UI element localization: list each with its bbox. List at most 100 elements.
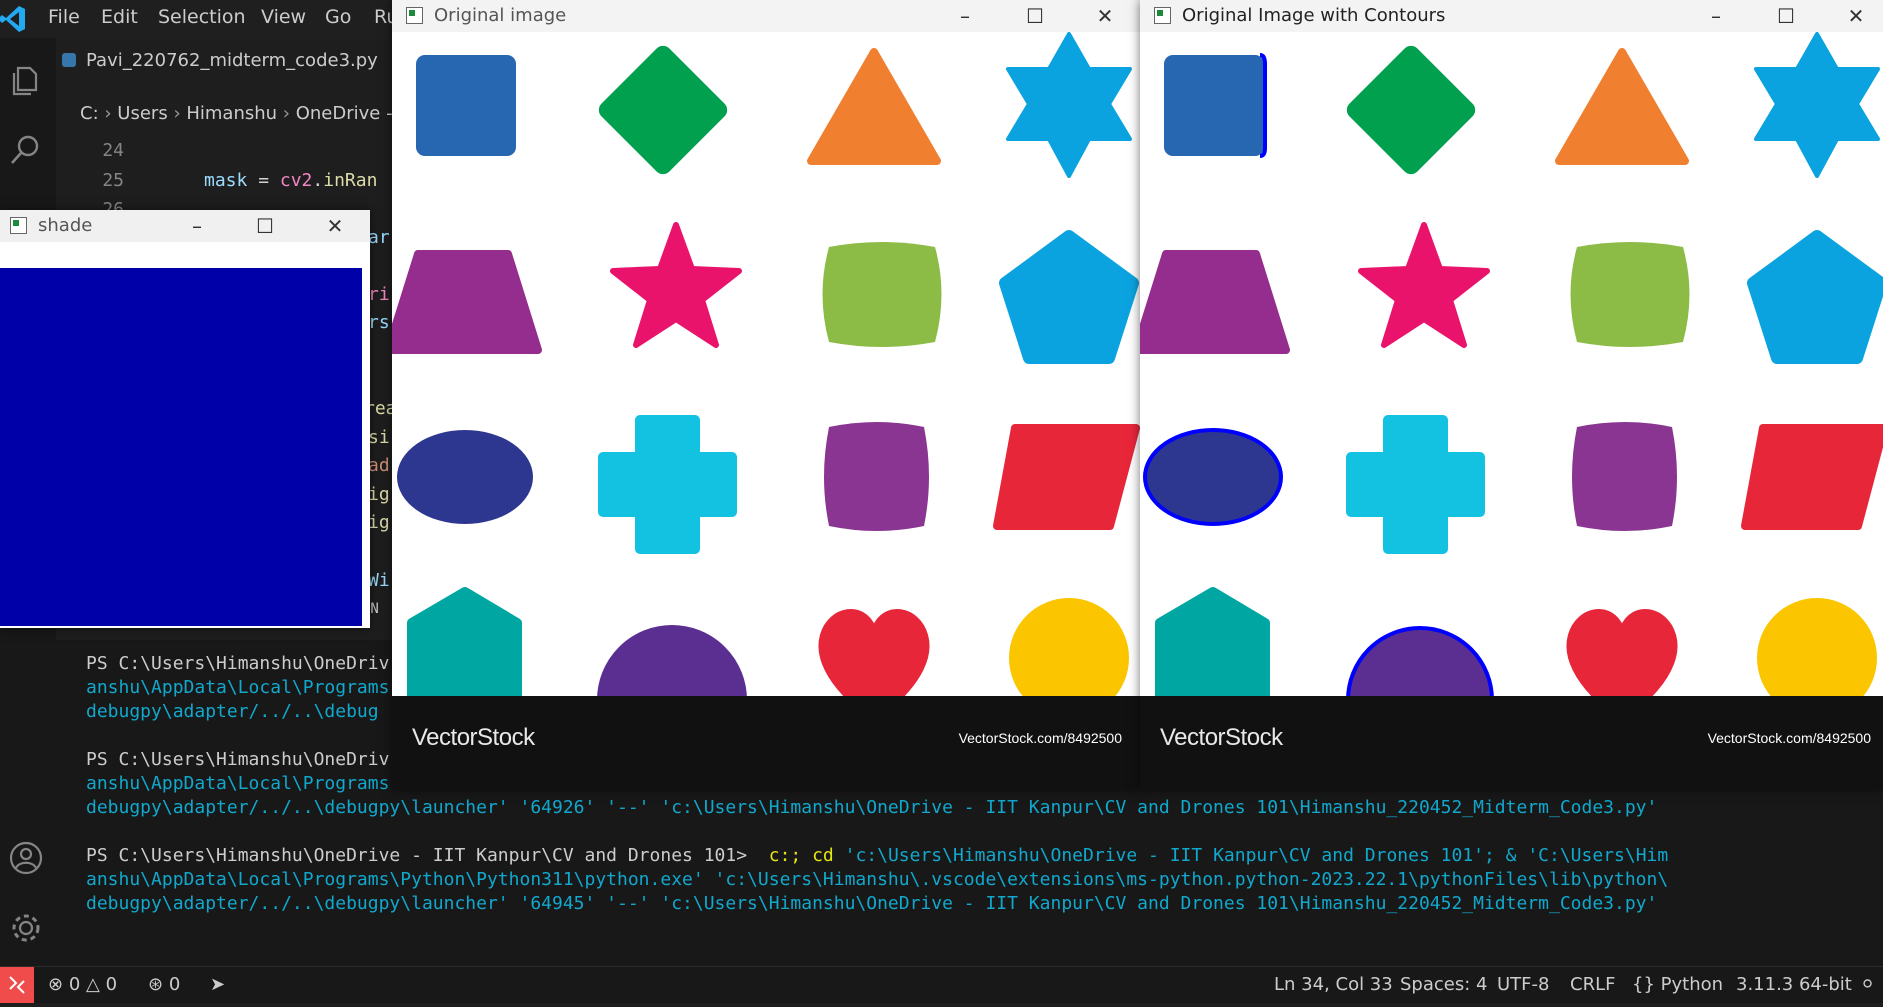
code-fragment: si	[368, 427, 390, 448]
error-icon: ⊗	[48, 974, 64, 995]
shape-ellipse	[1143, 428, 1283, 526]
line-ending[interactable]: CRLF	[1570, 974, 1615, 995]
terminal-line: anshu\AppData\Local\Programs\Python\Pyth…	[86, 869, 1669, 890]
code-fragment: ad	[368, 455, 390, 476]
close-icon[interactable]: ✕	[1843, 3, 1869, 29]
shape-cross	[1346, 415, 1485, 554]
terminal-line: anshu\AppData\Local\Programs	[86, 773, 390, 794]
shape-trapezoid	[392, 250, 542, 354]
editor-tab[interactable]: Pavi_220762_midterm_code3.py	[62, 50, 378, 71]
shape-square	[416, 55, 516, 156]
python-interpreter[interactable]: 3.11.3 64-bit	[1736, 974, 1852, 995]
remote-indicator[interactable]	[0, 967, 34, 1003]
maximize-icon[interactable]: ☐	[1773, 3, 1799, 29]
terminal-line: PS C:\Users\Himanshu\OneDriv	[86, 749, 390, 770]
terminal-line: anshu\AppData\Local\Programs	[86, 677, 390, 698]
code-token: .	[312, 170, 324, 191]
minimize-icon[interactable]: –	[1703, 3, 1729, 29]
problems-indicator[interactable]: ⊗ 0 △ 0	[48, 974, 117, 995]
shape-pentagon	[999, 230, 1139, 364]
contours-window: Original Image with Contours – ☐ ✕ Vecto…	[1140, 0, 1883, 790]
shape-parallelogram	[993, 424, 1140, 530]
menu-edit[interactable]: Edit	[101, 6, 138, 28]
indentation[interactable]: Spaces: 4	[1400, 974, 1487, 995]
menu-go[interactable]: Go	[325, 6, 351, 28]
breadcrumb: C: › Users › Himanshu › OneDrive -	[80, 103, 393, 124]
search-icon[interactable]	[8, 132, 44, 168]
minimize-icon[interactable]: –	[184, 213, 210, 239]
original-titlebar[interactable]: Original image – ☐ ✕	[392, 0, 1140, 32]
watermark-band: VectorStock VectorStock.com/8492500	[1140, 696, 1883, 790]
terminal-line: PS C:\Users\Himanshu\OneDrive - IIT Kanp…	[86, 845, 1669, 866]
shape-cross	[598, 415, 737, 554]
breadcrumb-item[interactable]: OneDrive -	[296, 103, 393, 124]
tab-label: Pavi_220762_midterm_code3.py	[86, 50, 378, 71]
minimize-icon[interactable]: –	[952, 3, 978, 29]
vectorstock-logo: VectorStock	[1160, 724, 1283, 751]
settings-gear-icon[interactable]	[8, 910, 44, 946]
code-token: cv2	[279, 170, 313, 191]
terminal-line: debugpy\adapter/../..\debugpy\launcher' …	[86, 893, 1658, 914]
shape-semicircle	[1346, 626, 1494, 702]
account-icon[interactable]	[8, 840, 44, 876]
code-fragment: rs	[368, 312, 390, 333]
shape-diamond	[598, 45, 728, 175]
braces-icon: {}	[1632, 974, 1655, 995]
shape-triangle	[1555, 48, 1689, 165]
shape-star-six	[1006, 32, 1132, 178]
breadcrumb-item[interactable]: Users	[117, 103, 167, 124]
code-line[interactable]: mask = cv2.inRan	[204, 170, 377, 191]
ports-count: 0	[168, 974, 181, 995]
breadcrumb-item[interactable]: C:	[80, 103, 99, 124]
shade-window: shade – ☐ ✕	[0, 210, 370, 628]
maximize-icon[interactable]: ☐	[1022, 3, 1048, 29]
menu-view[interactable]: View	[261, 6, 306, 28]
shape-parallelogram	[1741, 424, 1883, 530]
close-icon[interactable]: ✕	[1092, 3, 1118, 29]
contours-image-canvas	[1140, 32, 1883, 728]
encoding[interactable]: UTF-8	[1497, 974, 1549, 995]
shape-diamond	[1346, 45, 1476, 175]
code-fragment: ig	[368, 484, 390, 505]
language-label: Python	[1660, 974, 1724, 995]
error-count: 0	[68, 974, 81, 995]
warning-icon: △	[86, 974, 100, 995]
shape-square	[1164, 55, 1264, 156]
close-icon[interactable]: ✕	[322, 213, 348, 239]
ports-indicator[interactable]: ⊛ 0	[148, 974, 180, 995]
shape-rounded-rect	[1570, 242, 1690, 347]
line-number: 25	[102, 170, 124, 191]
window-title: Original Image with Contours	[1182, 5, 1446, 26]
notifications-bell-icon[interactable]: ⚪	[1860, 974, 1875, 995]
language-mode[interactable]: {} Python	[1632, 974, 1723, 995]
terminal-line: PS C:\Users\Himanshu\OneDriv	[86, 653, 390, 674]
menu-selection[interactable]: Selection	[158, 6, 246, 28]
shape-star-five	[1358, 222, 1490, 348]
window-title: Original image	[434, 5, 567, 26]
original-image-canvas	[392, 32, 1140, 728]
shape-ellipse	[397, 430, 533, 524]
maximize-icon[interactable]: ☐	[252, 213, 278, 239]
debug-icon[interactable]: ➤	[210, 974, 225, 995]
window-app-icon	[10, 217, 27, 234]
original-image-window: Original image – ☐ ✕ VectorStock VectorS…	[392, 0, 1140, 790]
warning-count: 0	[105, 974, 118, 995]
watermark-band: VectorStock VectorStock.com/8492500	[392, 696, 1140, 790]
shape-rounded-square	[1572, 422, 1677, 531]
shape-star-five	[610, 222, 742, 348]
code-fragment: Wi	[368, 570, 390, 591]
shade-titlebar[interactable]: shade – ☐ ✕	[0, 210, 370, 242]
shade-mask-image	[0, 268, 362, 626]
vectorstock-logo: VectorStock	[412, 724, 535, 751]
explorer-icon[interactable]	[8, 62, 44, 98]
menu-file[interactable]: File	[48, 6, 80, 28]
breadcrumb-item[interactable]: Himanshu	[186, 103, 277, 124]
cursor-position[interactable]: Ln 34, Col 33	[1274, 974, 1393, 995]
shape-triangle	[807, 48, 941, 165]
python-file-icon	[62, 53, 76, 67]
window-app-icon	[406, 7, 423, 24]
code-fragment: ri	[368, 284, 390, 305]
vectorstock-url: VectorStock.com/8492500	[1707, 730, 1871, 746]
contours-titlebar[interactable]: Original Image with Contours – ☐ ✕	[1140, 0, 1883, 32]
code-token: inRan	[323, 170, 378, 191]
